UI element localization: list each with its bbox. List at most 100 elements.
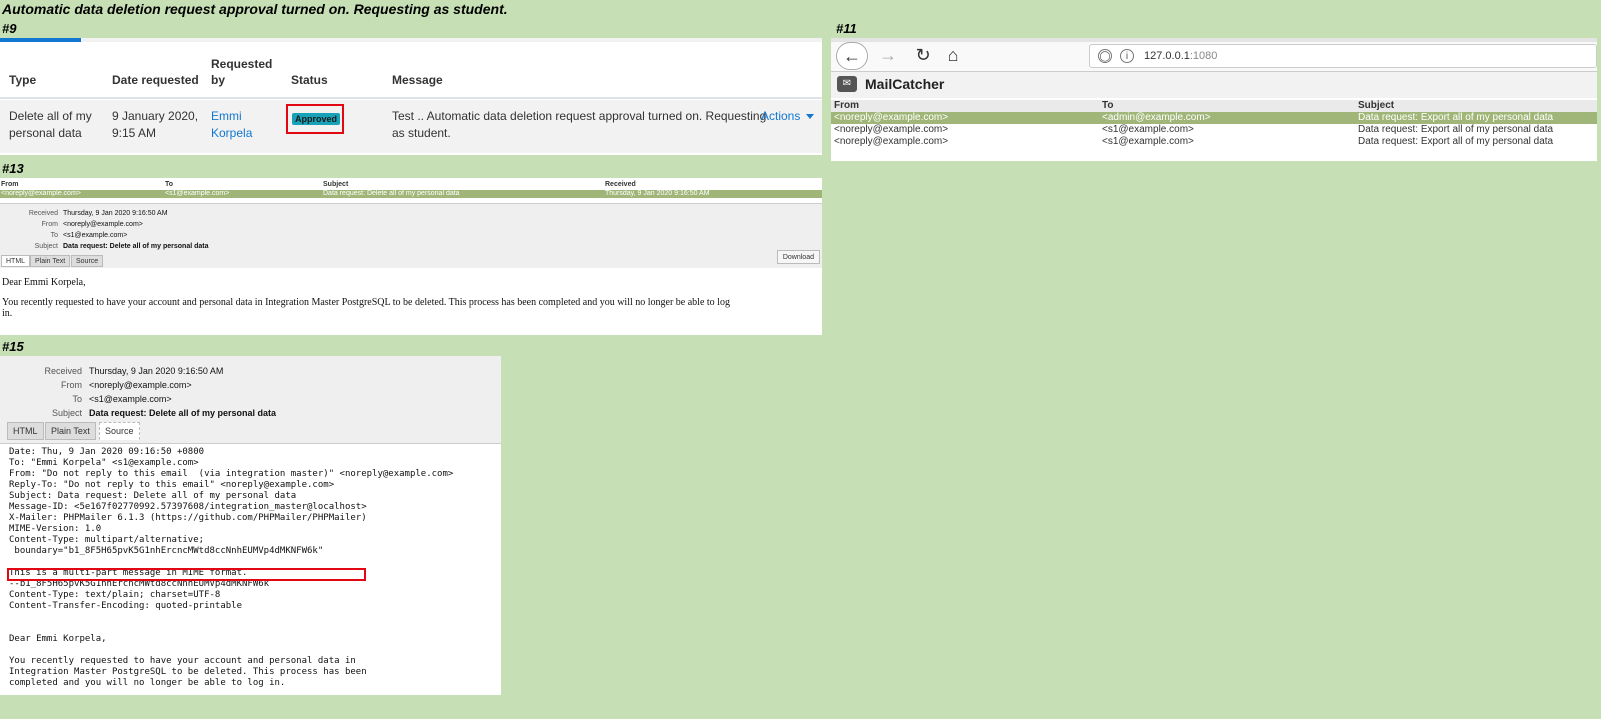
from-value: <noreply@example.com> <box>63 221 143 228</box>
received-label: Received <box>28 210 58 217</box>
url-port: :1080 <box>1189 50 1218 62</box>
info-icon: i <box>1120 49 1134 63</box>
panel-15-label: #15 <box>2 339 24 354</box>
message-source: Date: Thu, 9 Jan 2020 09:16:50 +0800 To: … <box>0 443 501 695</box>
row-from: <noreply@example.com> <box>834 136 949 147</box>
message-row[interactable]: <noreply@example.com> <s1@example.com> D… <box>831 136 1597 148</box>
from-label: From <box>41 221 58 228</box>
tab-html[interactable]: HTML <box>7 422 44 440</box>
row-to: <s1@example.com> <box>165 190 230 197</box>
message-list: From To Subject <noreply@example.com> <a… <box>831 98 1597 161</box>
shield-icon: ◯ <box>1098 49 1112 63</box>
message-list-header: From To Subject Received <box>0 181 822 189</box>
col-from: From <box>1 181 19 188</box>
mail-html-view-panel: From To Subject Received <noreply@exampl… <box>0 178 822 335</box>
mailcatcher-browser-panel: ← → ↻ ⌂ ◯ i 127.0.0.1:1080 ✉ MailCatcher… <box>831 38 1597 161</box>
tab-source[interactable]: Source <box>71 255 104 267</box>
panel-13-label: #13 <box>2 161 24 176</box>
row-date-1: 9 January 2020, <box>112 109 199 123</box>
tab-html[interactable]: HTML <box>1 255 31 267</box>
message-row[interactable]: <noreply@example.com> <s1@example.com> D… <box>831 124 1597 136</box>
col-message: Message <box>392 73 443 87</box>
col-received: Received <box>605 181 636 188</box>
reload-icon[interactable]: ↻ <box>906 42 940 68</box>
home-icon[interactable]: ⌂ <box>936 42 970 68</box>
actions-label: Actions <box>761 109 801 123</box>
message-meta: Received Thursday, 9 Jan 2020 9:16:50 AM… <box>0 356 501 443</box>
row-message-1: Test .. Automatic data deletion request … <box>392 109 767 123</box>
received-value: Thursday, 9 Jan 2020 9:16:50 AM <box>89 366 224 376</box>
row-to: <s1@example.com> <box>1102 124 1194 135</box>
col-requested-by-2: by <box>211 73 226 87</box>
download-button[interactable]: Download <box>776 250 820 264</box>
source-line: X-Mailer: PHPMailer 6.1.3 (https://githu… <box>9 513 367 523</box>
from-value: <noreply@example.com> <box>89 380 192 390</box>
source-line: Subject: Data request: Delete all of my … <box>9 491 297 501</box>
message-row[interactable]: <noreply@example.com> <s1@example.com> D… <box>0 190 822 198</box>
actions-menu[interactable]: Actions <box>761 108 815 124</box>
row-type-2: personal data <box>9 126 82 140</box>
source-line: Message-ID: <5e167f02770992.57397608/int… <box>9 502 367 512</box>
body-line-1: You recently requested to have your acco… <box>2 297 730 308</box>
requester-link-2[interactable]: Korpela <box>211 125 252 141</box>
row-to: <admin@example.com> <box>1102 112 1211 123</box>
row-subject: Data request: Export all of my personal … <box>1358 112 1554 123</box>
tab-plain-text[interactable]: Plain Text <box>45 422 96 440</box>
col-subject: Subject <box>1358 100 1395 111</box>
to-label: To <box>72 394 82 404</box>
row-from: <noreply@example.com> <box>834 124 949 135</box>
source-line: Dear Emmi Korpela, <box>9 634 107 644</box>
back-arrow-icon[interactable]: ← <box>836 42 868 70</box>
message-list-header: From To Subject <box>831 100 1597 112</box>
col-to: To <box>165 181 174 188</box>
source-line: To: "Emmi Korpela" <s1@example.com> <box>9 458 199 468</box>
row-type-1: Delete all of my <box>9 109 92 123</box>
source-line: completed and you will no longer be able… <box>9 678 286 688</box>
received-label: Received <box>44 366 82 376</box>
source-line: Content-Transfer-Encoding: quoted-printa… <box>9 601 242 611</box>
url-bar[interactable]: ◯ i 127.0.0.1:1080 <box>1089 44 1597 68</box>
url-host: 127.0.0.1 <box>1144 50 1190 62</box>
row-subject: Data request: Export all of my personal … <box>1358 124 1554 135</box>
message-row[interactable]: <noreply@example.com> <admin@example.com… <box>831 112 1597 124</box>
browser-toolbar: ← → ↻ ⌂ ◯ i 127.0.0.1:1080 <box>831 38 1597 72</box>
row-date-2: 9:15 AM <box>112 126 157 140</box>
status-badge: Approved <box>292 113 341 125</box>
tab-source[interactable]: Source <box>99 422 140 440</box>
row-received: Thursday, 9 Jan 2020 9:16:50 AM <box>605 190 710 197</box>
app-title: MailCatcher <box>865 76 945 92</box>
subject-value: Data request: Delete all of my personal … <box>89 408 277 418</box>
subject-value: Data request: Delete all of my personal … <box>63 243 209 250</box>
source-line: Integration Master PostgreSQL to be dele… <box>9 667 367 677</box>
panel-9-label: #9 <box>2 21 17 36</box>
forward-arrow-icon[interactable]: → <box>871 42 905 68</box>
source-line: Content-Type: multipart/alternative; <box>9 535 205 545</box>
reply-to-highlight <box>7 568 366 581</box>
tab-plain-text[interactable]: Plain Text <box>30 255 71 267</box>
data-requests-panel: Type Date requested Requested by Status … <box>0 38 822 155</box>
row-from: <noreply@example.com> <box>834 112 949 123</box>
source-line: Content-Type: text/plain; charset=UTF-8 <box>9 590 221 600</box>
greeting: Dear Emmi Korpela, <box>2 277 86 288</box>
col-date-requested: Date requested <box>112 73 199 87</box>
caret-down-icon <box>806 114 815 120</box>
message-body: Dear Emmi Korpela, You recently requeste… <box>0 268 822 335</box>
received-value: Thursday, 9 Jan 2020 9:16:50 AM <box>63 210 168 217</box>
col-to: To <box>1102 100 1114 111</box>
panel-11-label: #11 <box>836 21 857 36</box>
col-from: From <box>834 100 859 111</box>
requester-link-1[interactable]: Emmi <box>211 108 242 124</box>
col-subject: Subject <box>323 181 349 188</box>
subject-label: Subject <box>51 408 82 418</box>
message-list: From To Subject Received <noreply@exampl… <box>0 178 822 204</box>
row-subject: Data request: Export all of my personal … <box>1358 136 1554 147</box>
source-line: boundary="b1_8F5H65pvK5G1nhErcncMWtd8ccN… <box>9 546 324 556</box>
mailcatcher-logo-icon: ✉ <box>837 76 857 92</box>
col-status: Status <box>291 73 328 87</box>
col-type: Type <box>9 73 37 87</box>
mail-source-view-panel: Received Thursday, 9 Jan 2020 9:16:50 AM… <box>0 356 501 695</box>
row-from: <noreply@example.com> <box>1 190 81 197</box>
source-line: Reply-To: "Do not reply to this email" <… <box>9 480 335 490</box>
mailcatcher-header: ✉ MailCatcher <box>831 72 1597 98</box>
table-row: Delete all of my personal data 9 January… <box>0 100 822 153</box>
